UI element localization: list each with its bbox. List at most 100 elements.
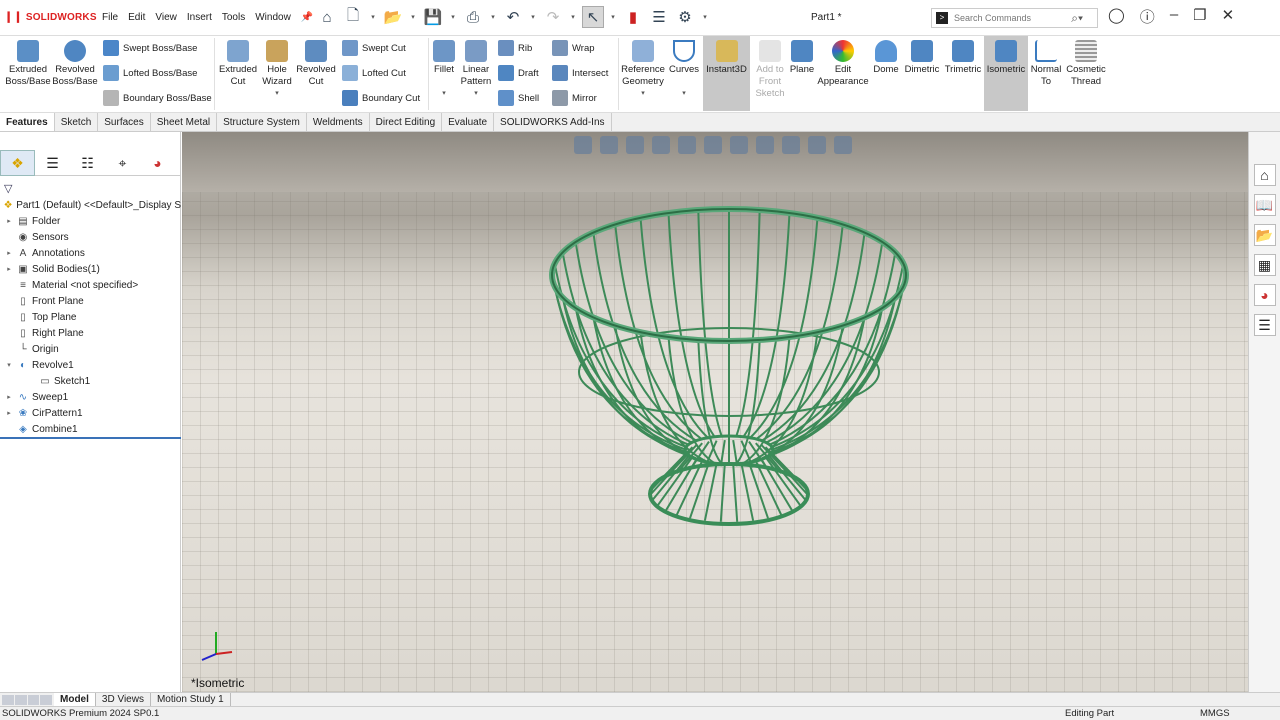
tree-item[interactable]: ▸ A Annotations	[0, 246, 181, 262]
tree-item[interactable]: ▸ ❀ CirPattern1	[0, 406, 181, 422]
rib-button[interactable]: Rib	[498, 40, 532, 56]
file-explorer-icon[interactable]: 📂	[1253, 224, 1276, 246]
tab-surfaces[interactable]: Surfaces	[98, 113, 151, 131]
shell-button[interactable]: Shell	[498, 90, 539, 106]
print-icon[interactable]: ⎙	[462, 6, 484, 28]
tree-item[interactable]: ▯ Front Plane	[0, 294, 181, 310]
swept-cut-button[interactable]: Swept Cut	[342, 40, 406, 56]
save-dropdown[interactable]: ▾	[448, 6, 458, 28]
lofted-cut-button[interactable]: Lofted Cut	[342, 65, 406, 81]
hole-wizard-button[interactable]: Hole Wizard ▾	[258, 40, 296, 100]
open-dropdown[interactable]: ▾	[408, 6, 418, 28]
dimxpert-manager-tab-icon[interactable]: ⌖	[105, 150, 140, 176]
revolved-boss-button[interactable]: Revolved Boss/Base	[52, 40, 98, 88]
tab-evaluate[interactable]: Evaluate	[442, 113, 495, 131]
tab-model[interactable]: Model	[54, 693, 96, 706]
search-commands-input[interactable]: > Search Commands ⌕▾	[931, 8, 1098, 28]
plane-button[interactable]: Plane	[788, 40, 816, 76]
solidworks-resources-icon[interactable]: ⌂	[1253, 164, 1276, 186]
rollback-bar[interactable]	[0, 437, 181, 439]
select-dropdown[interactable]: ▾	[608, 6, 618, 28]
tab-solidworks-add-ins[interactable]: SOLIDWORKS Add-Ins	[494, 113, 612, 131]
tab-weldments[interactable]: Weldments	[307, 113, 370, 131]
minimize-icon[interactable]: –	[1170, 6, 1178, 27]
expand-arrow-icon[interactable]: ▸	[4, 390, 14, 406]
print-dropdown[interactable]: ▾	[488, 6, 498, 28]
tab-structure-system[interactable]: Structure System	[217, 113, 307, 131]
new-document-icon[interactable]: 🗋	[342, 6, 364, 28]
tree-item[interactable]: ▸ ▣ Solid Bodies(1)	[0, 262, 181, 278]
menu-window[interactable]: Window	[250, 12, 296, 23]
fillet-dropdown[interactable]: ▾	[430, 88, 458, 100]
wire-fruit-basket-model[interactable]	[182, 132, 1248, 692]
instant3d-button[interactable]: Instant3D	[703, 36, 750, 111]
curves-button[interactable]: Curves ▾	[666, 40, 702, 100]
tree-item[interactable]: ▸ ▤ Folder	[0, 214, 181, 230]
restore-icon[interactable]: ❐	[1193, 6, 1206, 27]
reference-geometry-button[interactable]: Reference Geometry ▾	[620, 40, 666, 100]
tab-sheet-metal[interactable]: Sheet Metal	[151, 113, 218, 131]
configuration-manager-tab-icon[interactable]: ☷	[70, 150, 105, 176]
hole-wizard-dropdown[interactable]: ▾	[258, 88, 296, 100]
property-manager-tab-icon[interactable]: ☰	[35, 150, 70, 176]
tab-motion-study-1[interactable]: Motion Study 1	[151, 693, 231, 706]
tree-item[interactable]: ▯ Top Plane	[0, 310, 181, 326]
tree-item[interactable]: ▸ ∿ Sweep1	[0, 390, 181, 406]
lofted-boss-button[interactable]: Lofted Boss/Base	[103, 65, 197, 81]
help-icon[interactable]: ⓘ	[1140, 6, 1155, 27]
status-unit-system[interactable]: MMGS	[1200, 707, 1230, 720]
undo-dropdown[interactable]: ▾	[528, 6, 538, 28]
extruded-cut-button[interactable]: Extruded Cut	[218, 40, 258, 88]
extruded-boss-button[interactable]: Extruded Boss/Base	[4, 40, 52, 88]
design-library-icon[interactable]: 📖	[1253, 194, 1276, 216]
tree-item[interactable]: ◈ Combine1	[0, 422, 181, 438]
save-icon[interactable]: 💾	[422, 6, 444, 28]
edit-appearance-button[interactable]: Edit Appearance	[816, 40, 870, 88]
expand-arrow-icon[interactable]: ▸	[4, 262, 14, 278]
tree-item[interactable]: ≡ Material <not specified>	[0, 278, 181, 294]
boundary-boss-button[interactable]: Boundary Boss/Base	[103, 90, 212, 106]
redo-icon[interactable]: ↷	[542, 6, 564, 28]
menu-view[interactable]: View	[150, 12, 182, 23]
curves-dropdown[interactable]: ▾	[666, 88, 702, 100]
dome-button[interactable]: Dome	[871, 40, 901, 76]
menu-file[interactable]: File	[97, 12, 123, 23]
swept-boss-button[interactable]: Swept Boss/Base	[103, 40, 197, 56]
new-dropdown[interactable]: ▾	[368, 6, 378, 28]
add-to-front-sketch-button[interactable]: Add to Front Sketch	[752, 40, 788, 100]
menu-tools[interactable]: Tools	[217, 12, 250, 23]
wrap-button[interactable]: Wrap	[552, 40, 595, 56]
dimetric-button[interactable]: Dimetric	[902, 40, 942, 76]
isometric-button[interactable]: Isometric	[984, 36, 1028, 111]
display-manager-tab-icon[interactable]: ◕	[140, 150, 175, 176]
solidworks-logo[interactable]: ❙❙ SOLIDWORKS	[4, 10, 97, 23]
revolved-cut-button[interactable]: Revolved Cut	[296, 40, 336, 88]
select-pointer-icon[interactable]: ↖	[582, 6, 604, 28]
fillet-button[interactable]: Fillet ▾	[430, 40, 458, 100]
home-icon[interactable]: ⌂	[316, 6, 338, 28]
cosmetic-thread-button[interactable]: Cosmetic Thread	[1064, 40, 1108, 88]
appearances-scenes-icon[interactable]: ◕	[1253, 284, 1276, 306]
feature-manager-tab-icon[interactable]: ❖	[0, 150, 35, 176]
filter-icon[interactable]: ▽	[4, 182, 12, 195]
tree-item[interactable]: ◉ Sensors	[0, 230, 181, 246]
tab-direct-editing[interactable]: Direct Editing	[370, 113, 443, 131]
expand-arrow-icon[interactable]: ▸	[4, 406, 14, 422]
menu-edit[interactable]: Edit	[123, 12, 150, 23]
tree-item[interactable]: ▾ ◐ Revolve1	[0, 358, 181, 374]
tree-item[interactable]: └ Origin	[0, 342, 181, 358]
options-gear-icon[interactable]: ⚙	[674, 6, 696, 28]
view-palette-icon[interactable]: ▦	[1253, 254, 1276, 276]
normal-to-button[interactable]: Normal To	[1028, 40, 1064, 88]
tree-item[interactable]: ❖ Part1 (Default) <<Default>_Display S	[0, 198, 181, 214]
tab-3d-views[interactable]: 3D Views	[96, 693, 151, 706]
expand-arrow-icon[interactable]: ▸	[4, 214, 14, 230]
custom-properties-icon[interactable]: ☰	[1253, 314, 1276, 336]
pin-icon[interactable]: 📌	[296, 12, 318, 23]
tree-item[interactable]: ▯ Right Plane	[0, 326, 181, 342]
tab-sketch[interactable]: Sketch	[55, 113, 99, 131]
file-properties-icon[interactable]: ☰	[648, 6, 670, 28]
tab-features[interactable]: Features	[0, 113, 55, 131]
expand-arrow-icon[interactable]: ▸	[4, 246, 14, 262]
boundary-cut-button[interactable]: Boundary Cut	[342, 90, 420, 106]
